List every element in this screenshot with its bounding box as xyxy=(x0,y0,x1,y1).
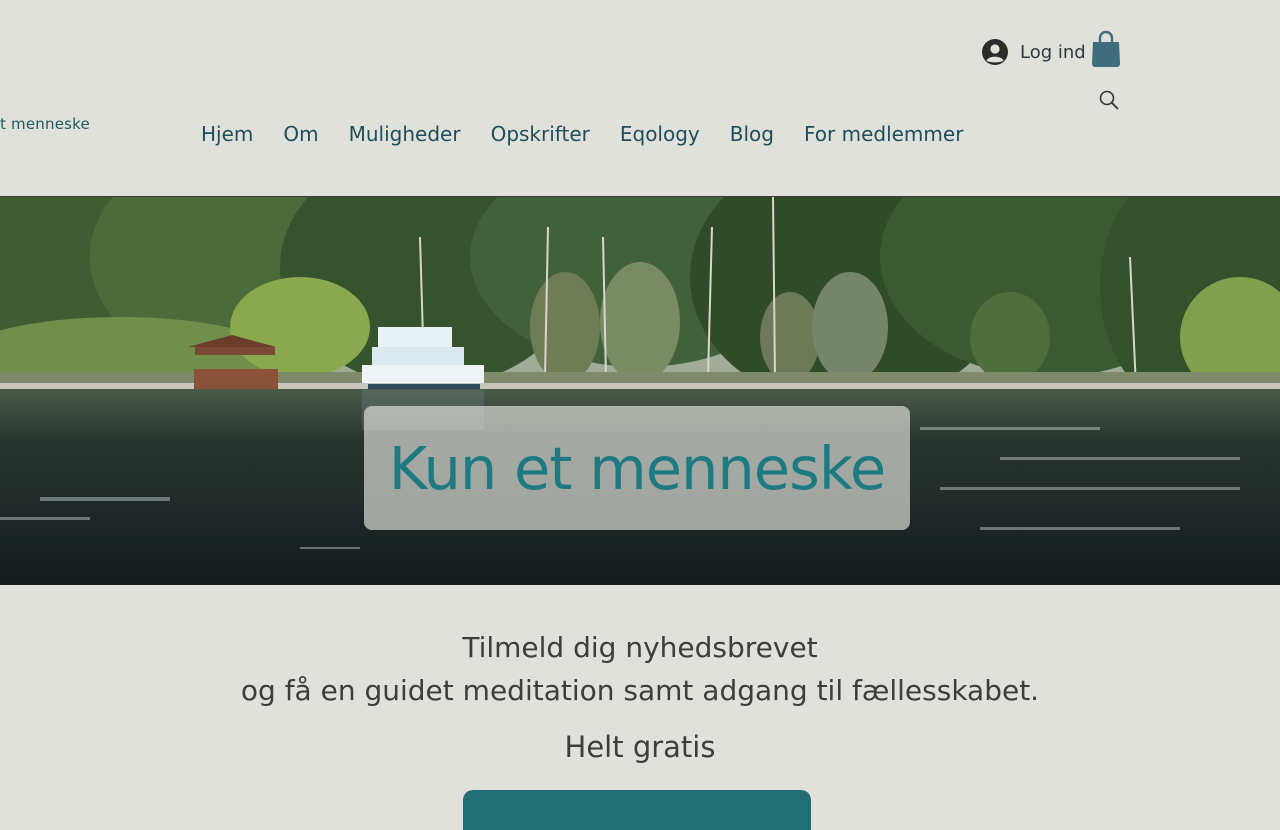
cart-icon[interactable] xyxy=(1090,30,1122,68)
hero-title-box: Kun et menneske xyxy=(364,406,910,530)
newsletter-free-text: Helt gratis xyxy=(564,730,716,764)
nav-item-opskrifter[interactable]: Opskrifter xyxy=(476,118,605,150)
newsletter-line-2: og få en guidet meditation samt adgang t… xyxy=(240,674,1040,707)
hero-title: Kun et menneske xyxy=(388,433,886,503)
nav-item-for-medlemmer[interactable]: For medlemmer xyxy=(789,118,978,150)
search-icon[interactable] xyxy=(1098,89,1120,111)
newsletter-line-1: Tilmeld dig nyhedsbrevet xyxy=(462,631,818,664)
nav-item-hjem[interactable]: Hjem xyxy=(186,118,268,150)
avatar-icon xyxy=(982,39,1008,65)
site-logo-text[interactable]: t menneske xyxy=(0,115,90,133)
login-button[interactable]: Log ind xyxy=(982,36,1086,68)
nav-item-om[interactable]: Om xyxy=(268,118,333,150)
main-nav: Hjem Om Muligheder Opskrifter Eqology Bl… xyxy=(186,118,978,150)
login-label: Log ind xyxy=(1020,41,1086,63)
signup-button[interactable] xyxy=(463,790,811,830)
nav-item-eqology[interactable]: Eqology xyxy=(605,118,715,150)
site-header: t menneske Log ind Hjem Om Muligheder Op… xyxy=(0,0,1280,197)
hero-banner: Kun et menneske xyxy=(0,197,1280,585)
nav-item-muligheder[interactable]: Muligheder xyxy=(334,118,476,150)
nav-item-blog[interactable]: Blog xyxy=(715,118,789,150)
newsletter-section: Tilmeld dig nyhedsbrevet og få en guidet… xyxy=(0,626,1280,769)
